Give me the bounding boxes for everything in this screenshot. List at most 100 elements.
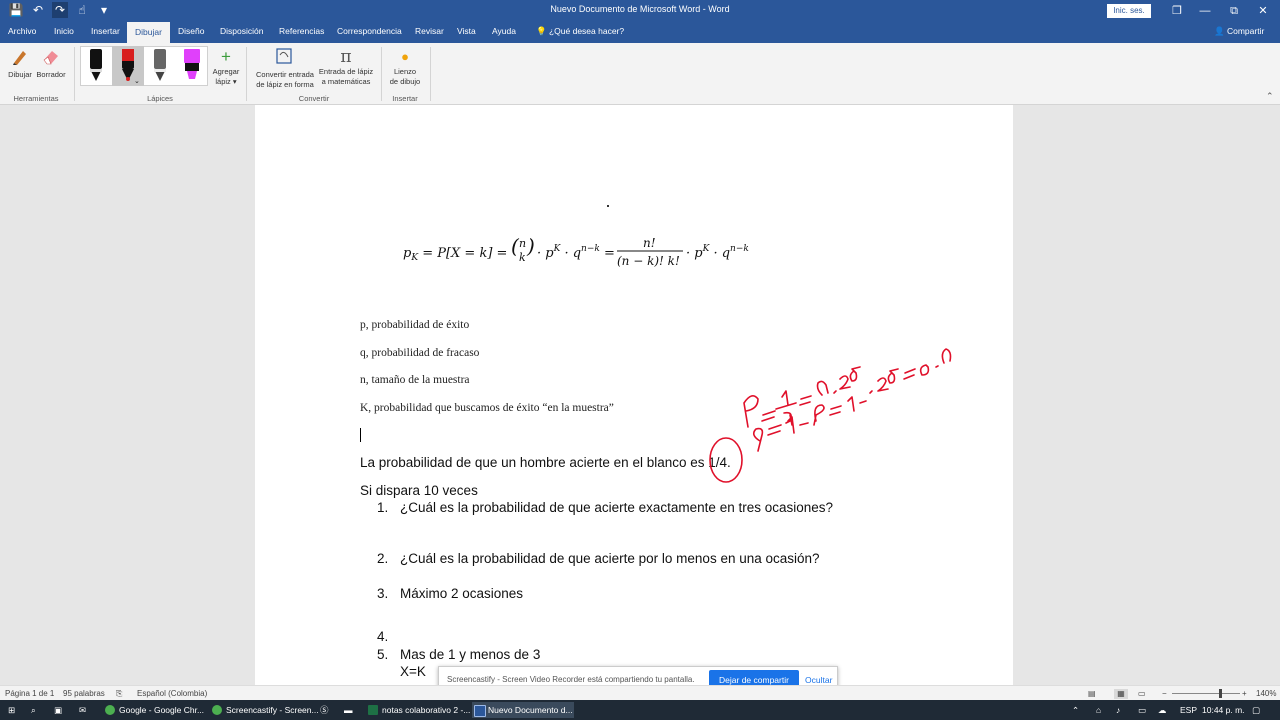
ink-to-math-button[interactable]: π Entrada de lápiz a matemáticas (314, 47, 378, 87)
ink-to-shape-label-2: de lápiz en forma (256, 80, 314, 89)
zoom-slider-thumb[interactable] (1218, 689, 1222, 698)
notifications-icon[interactable]: ▢ (1252, 702, 1260, 718)
draw-tool-button[interactable]: Dibujar (4, 47, 36, 80)
problem-statement[interactable]: La probabilidad de que un hombre acierte… (360, 455, 731, 470)
web-layout-icon[interactable]: ▭ (1138, 689, 1146, 698)
list-item[interactable]: Mas de 1 y menos de 3 (400, 647, 540, 662)
tell-me-search[interactable]: 💡 ¿Qué desea hacer? (536, 26, 624, 37)
definition-k[interactable]: K, probabilidad que buscamos de éxito “e… (360, 402, 614, 414)
definition-q[interactable]: q, probabilidad de fracaso (360, 347, 479, 359)
svg-text:k: k (519, 251, 526, 264)
skype-icon[interactable]: Ⓢ (320, 702, 329, 718)
add-pen-button[interactable]: + Agregar lápiz ▾ (210, 47, 242, 87)
highlighter-icon[interactable] (179, 48, 205, 84)
list-number: 3. (377, 586, 389, 601)
person-icon: 👤 (1214, 26, 1225, 36)
taskbar-chrome-google[interactable]: Google - Google Chr... (103, 702, 205, 718)
windows-start-icon[interactable]: ⊞ (8, 702, 15, 718)
tab-archivo[interactable]: Archivo (8, 26, 36, 36)
ribbon-tabs: Archivo Inicio Insertar Dibujar Diseño D… (0, 22, 1280, 43)
canvas-label-2: de dibujo (389, 77, 421, 86)
list-item[interactable]: ¿Cuál es la probabilidad de que acierte … (400, 551, 820, 566)
eraser-icon (43, 51, 58, 65)
page-count[interactable]: Página 1 de 1 (5, 689, 54, 698)
tab-vista[interactable]: Vista (457, 26, 476, 36)
tab-inicio[interactable]: Inicio (54, 26, 74, 36)
maximize-button[interactable]: ⧉ (1219, 2, 1249, 20)
list-item[interactable]: Máximo 2 ocasiones (400, 586, 523, 601)
print-layout-icon[interactable]: ▦ (1114, 689, 1128, 699)
taskbar-word[interactable]: Nuevo Documento d... (472, 702, 574, 718)
ribbon-draw: Dibujar Borrador Herramientas ⌄ + Agrega… (0, 43, 1280, 105)
separator (246, 47, 247, 101)
eraser-button[interactable]: Borrador (35, 47, 67, 80)
zoom-slider[interactable] (1172, 689, 1240, 698)
share-label: Compartir (1226, 26, 1265, 36)
chevron-down-icon[interactable]: ⌄ (134, 77, 140, 85)
tab-insertar[interactable]: Insertar (91, 26, 120, 36)
search-icon[interactable]: ⌕ (31, 702, 36, 718)
tab-disposicion[interactable]: Disposición (220, 26, 263, 36)
language-status[interactable]: Español (Colombia) (137, 689, 207, 698)
tab-dibujar[interactable]: Dibujar (127, 22, 170, 43)
volume-icon[interactable]: ♪ (1116, 702, 1120, 718)
file-explorer-icon[interactable]: ▬ (344, 702, 353, 718)
word-count[interactable]: 95 palabras (63, 689, 105, 698)
proofing-icon[interactable]: ⎘ (116, 689, 122, 699)
tab-referencias[interactable]: Referencias (279, 26, 324, 36)
zoom-level[interactable]: 140% (1256, 689, 1276, 698)
definition-n[interactable]: n, tamaño de la muestra (360, 374, 470, 386)
black-pen-icon[interactable] (83, 48, 109, 84)
text-cursor (360, 428, 361, 442)
svg-text:n: n (519, 237, 526, 250)
mail-icon[interactable]: ✉ (79, 702, 86, 718)
document-page[interactable]: pK = P[X = k] = ( n k ) · pK · qn−k = n!… (255, 105, 1013, 685)
network-icon[interactable]: ⌂ (1096, 702, 1101, 718)
show-hidden-icons-icon[interactable]: ⌃ (1072, 702, 1079, 718)
tab-diseno[interactable]: Diseño (178, 26, 204, 36)
zoom-out-icon[interactable]: − (1162, 689, 1167, 698)
sign-in-button[interactable]: Inic. ses. (1107, 4, 1151, 18)
drawing-canvas-button[interactable]: ● Lienzo de dibujo (384, 47, 426, 87)
list-item[interactable]: ¿Cuál es la probabilidad de que acierte … (400, 500, 833, 515)
document-area: pK = P[X = k] = ( n k ) · pK · qn−k = n!… (0, 105, 1280, 685)
input-language[interactable]: ESP (1180, 702, 1197, 718)
plus-icon: + (221, 47, 231, 66)
focus-mode-icon[interactable]: ▤ (1088, 689, 1096, 698)
list-number: 4. (377, 629, 389, 644)
tab-correspondencia[interactable]: Correspondencia (337, 26, 402, 36)
ink-to-shape-button[interactable]: Convertir entrada de lápiz en forma (250, 47, 320, 90)
group-tools-label: Herramientas (13, 94, 59, 103)
collapse-ribbon-icon[interactable]: ⌃ (1266, 91, 1274, 102)
minimize-button[interactable]: — (1190, 2, 1220, 20)
draw-label: Dibujar (8, 70, 32, 79)
svg-text:n!: n! (643, 236, 656, 250)
tab-revisar[interactable]: Revisar (415, 26, 444, 36)
task-view-icon[interactable]: ▣ (54, 702, 62, 718)
handwritten-ink[interactable] (700, 345, 1010, 485)
group-pens-label: Lápices (147, 94, 173, 103)
separator (381, 47, 382, 101)
taskbar-excel[interactable]: notas colaborativo 2 -... (366, 702, 470, 718)
battery-icon[interactable]: ▭ (1138, 702, 1146, 718)
pencil-icon[interactable] (147, 48, 173, 84)
problem-statement-2[interactable]: Si dispara 10 veces (360, 483, 478, 498)
taskbar-chrome-screencastify[interactable]: Screencastify - Screen... (210, 702, 319, 718)
svg-text:pK = P[X = k] =: pK = P[X = k] = (403, 246, 507, 263)
share-message: Screencastify - Screen Video Recorder es… (447, 675, 695, 684)
add-pen-label-2: lápiz ▾ (215, 77, 237, 86)
windows-taskbar: ⊞ ⌕ ▣ ✉ Google - Google Chr... Screencas… (0, 700, 1280, 720)
hide-banner-button[interactable]: Ocultar (805, 675, 832, 685)
close-button[interactable]: ✕ (1248, 2, 1278, 20)
binomial-formula[interactable]: pK = P[X = k] = ( n k ) · pK · qn−k = n!… (403, 233, 763, 273)
onedrive-icon[interactable]: ☁ (1158, 702, 1167, 718)
tab-ayuda[interactable]: Ayuda (492, 26, 516, 36)
clock[interactable]: 10:44 p. m. (1202, 702, 1245, 718)
ribbon-display-options-icon[interactable]: ❐ (1162, 2, 1192, 20)
ink-to-shape-icon (276, 48, 292, 64)
equation-line[interactable]: X=K (400, 664, 426, 679)
share-button[interactable]: 👤 Compartir (1214, 26, 1264, 37)
svg-text:): ) (526, 234, 535, 258)
definition-p[interactable]: p, probabilidad de éxito (360, 319, 469, 331)
zoom-in-icon[interactable]: + (1242, 689, 1247, 698)
